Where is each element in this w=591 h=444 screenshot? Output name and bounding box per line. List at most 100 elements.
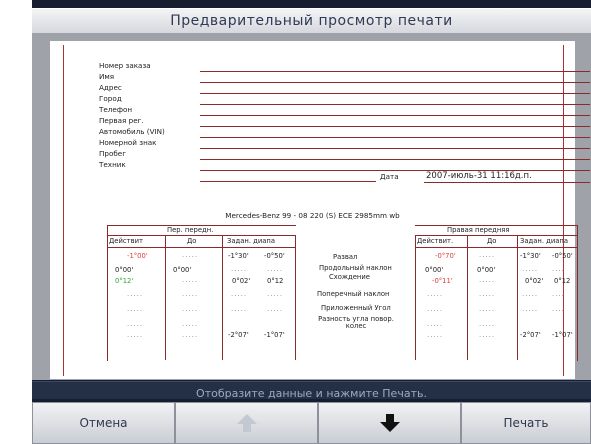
- left-toe-spec-max: 0°12: [267, 277, 284, 285]
- right-caster-before: 0°00': [477, 266, 496, 274]
- field-line: [200, 126, 590, 127]
- status-bar: Отобразите данные и нажмите Печать.: [32, 381, 591, 400]
- empty-cell: .....: [182, 290, 199, 298]
- empty-cell: .....: [182, 320, 199, 328]
- field-name: Имя: [99, 72, 115, 81]
- preview-area[interactable]: Номер заказа Имя Адрес Город Телефон Пер…: [32, 33, 591, 380]
- empty-cell: .....: [182, 331, 199, 339]
- empty-cell: .....: [522, 290, 539, 298]
- row-camber: Развал: [333, 253, 358, 261]
- col-actual-left: Действит: [109, 237, 143, 245]
- cancel-label: Отмена: [79, 416, 128, 430]
- print-button[interactable]: Печать: [461, 402, 591, 444]
- empty-cell: .....: [427, 305, 444, 313]
- empty-cell: .....: [127, 290, 144, 298]
- right-caster-actual: 0°00': [425, 266, 444, 274]
- right-camber-spec-max: -0°50': [552, 252, 573, 260]
- empty-cell: .....: [127, 305, 144, 313]
- field-order-number: Номер заказа: [99, 61, 151, 70]
- col-before-left: До: [187, 237, 197, 245]
- empty-cell: ....: [552, 305, 565, 313]
- field-line: [200, 82, 590, 83]
- empty-cell: .....: [127, 320, 144, 328]
- empty-cell: .....: [479, 320, 496, 328]
- right-toe-spec-min: 0°02': [525, 277, 544, 285]
- empty-cell: .....: [522, 265, 539, 273]
- window-title: Предварительный просмотр печати: [170, 13, 453, 29]
- left-tootr-spec-min: -2°07': [228, 331, 249, 339]
- field-vin: Автомобиль (VIN): [99, 127, 165, 136]
- field-line: [200, 115, 590, 116]
- empty-cell: .....: [182, 276, 199, 284]
- alignment-table: Пер. передн. Правая передняя Действит До…: [107, 225, 578, 361]
- right-toe-spec-max: 0°12: [554, 277, 571, 285]
- empty-cell: .....: [427, 331, 444, 339]
- empty-cell: .....: [231, 305, 248, 313]
- field-line: [200, 148, 590, 149]
- cancel-button[interactable]: Отмена: [32, 402, 175, 444]
- empty-cell: .....: [427, 290, 444, 298]
- empty-cell: ....: [552, 265, 565, 273]
- scroll-up-button[interactable]: [175, 402, 318, 444]
- title-bar: Предварительный просмотр печати: [32, 8, 591, 34]
- empty-cell: .....: [231, 290, 248, 298]
- field-line: [200, 181, 376, 182]
- field-city: Город: [99, 94, 122, 103]
- left-caster-before: 0°00': [173, 266, 192, 274]
- right-camber-spec-min: -1°30': [520, 252, 541, 260]
- arrow-down-icon: [379, 414, 400, 432]
- field-address: Адрес: [99, 83, 122, 92]
- row-toe: Схождение: [329, 273, 370, 281]
- field-phone: Телефон: [99, 105, 133, 114]
- empty-cell: .....: [479, 251, 496, 259]
- right-tootr-spec-min: -2°07': [520, 331, 541, 339]
- row-toe-out-on-turns: Разность угла повор. колес: [318, 315, 394, 330]
- empty-cell: .....: [231, 265, 248, 273]
- field-line: [200, 104, 590, 105]
- print-label: Печать: [503, 416, 549, 430]
- left-camber-actual: -1°00': [127, 252, 148, 260]
- row-caster: Продольный наклон: [319, 264, 392, 272]
- left-camber-spec-min: -1°30': [228, 252, 249, 260]
- print-page: Номер заказа Имя Адрес Город Телефон Пер…: [50, 41, 590, 379]
- empty-cell: .....: [522, 305, 539, 313]
- empty-cell: .....: [267, 305, 284, 313]
- left-tootr-spec-max: -1°07': [264, 331, 285, 339]
- date-value: 2007-июль-31 11:16д.п.: [426, 171, 532, 181]
- empty-cell: .....: [427, 320, 444, 328]
- field-technician: Техник: [99, 160, 126, 169]
- left-toe-actual: 0°12': [115, 277, 134, 285]
- field-line: [200, 137, 590, 138]
- field-line: [200, 93, 590, 94]
- arrow-up-icon: [236, 414, 257, 432]
- right-camber-actual: -0°70': [435, 252, 456, 260]
- empty-cell: .....: [267, 290, 284, 298]
- field-plate: Номерной знак: [99, 138, 157, 147]
- left-camber-spec-max: -0°50': [264, 252, 285, 260]
- front-left-header: Пер. передн.: [167, 226, 214, 234]
- empty-cell: .....: [479, 290, 496, 298]
- empty-cell: .....: [267, 265, 284, 273]
- col-spec-right: Задан. диапа: [520, 237, 569, 245]
- scroll-down-button[interactable]: [318, 402, 461, 444]
- left-caster-actual: 0°00': [115, 266, 134, 274]
- empty-cell: .....: [479, 331, 496, 339]
- front-right-header: Правая передняя: [447, 226, 510, 234]
- row-sai: Поперечный наклон: [317, 290, 390, 298]
- vehicle-description: Mercedes-Benz 99 - 08 220 (S) ECE 2985mm…: [225, 211, 400, 220]
- right-tootr-spec-max: -1°07': [552, 331, 573, 339]
- empty-cell: .....: [182, 251, 199, 259]
- print-preview-window: Предварительный просмотр печати Номер за…: [32, 0, 591, 444]
- button-bar: Отмена Печать: [32, 402, 591, 444]
- empty-cell: .....: [479, 305, 496, 313]
- field-first-registration: Первая рег.: [99, 116, 144, 125]
- empty-cell: .....: [479, 276, 496, 284]
- field-line: [200, 71, 590, 72]
- empty-cell: .....: [182, 305, 199, 313]
- col-actual-right: Действит.: [417, 237, 454, 245]
- row-included-angle: Приложенный Угол: [321, 304, 391, 312]
- col-spec-left: Задан. диапа: [227, 237, 276, 245]
- status-text: Отобразите данные и нажмите Печать.: [196, 387, 427, 400]
- field-line: [200, 159, 590, 160]
- right-toe-actual: -0°11': [432, 277, 453, 285]
